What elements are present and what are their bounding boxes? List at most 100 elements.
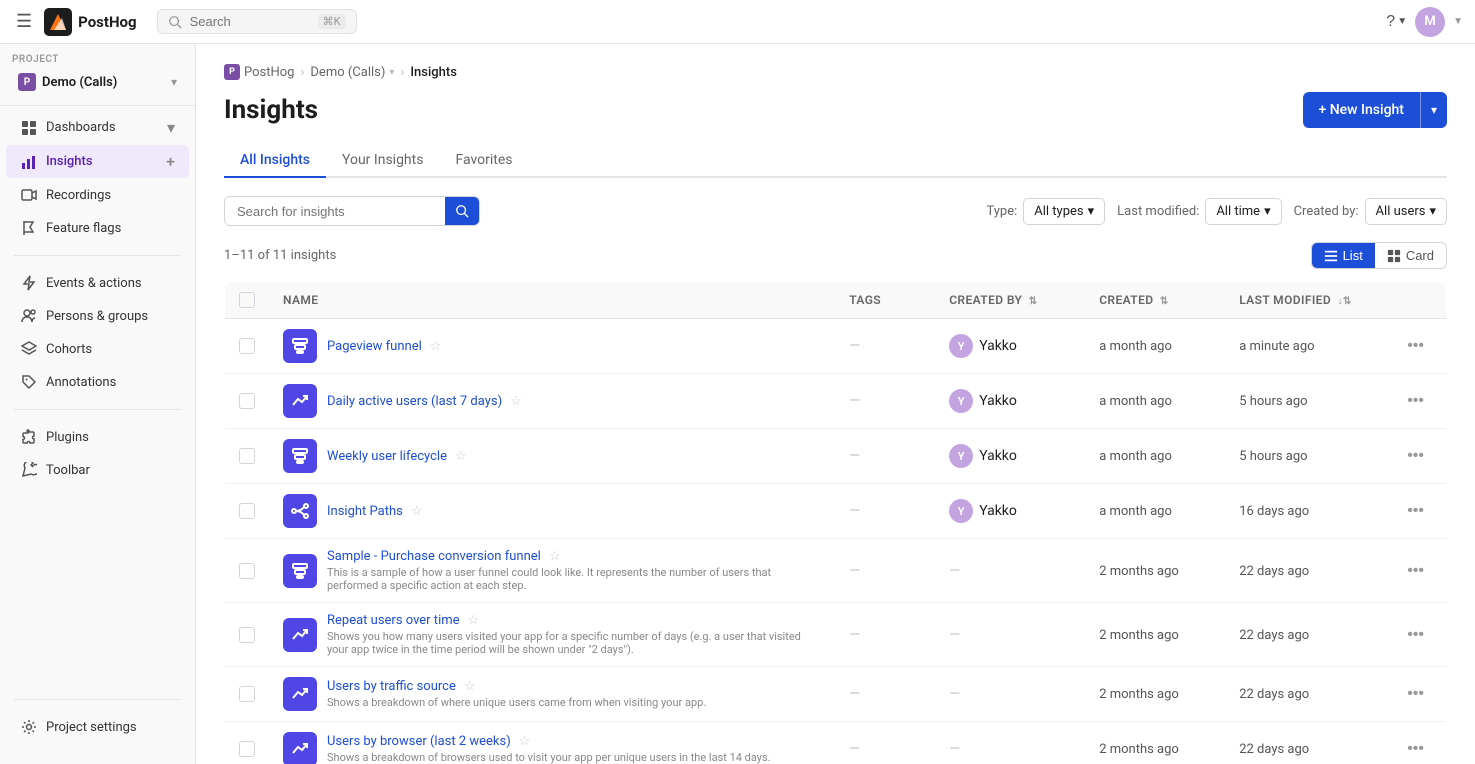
row-checkbox[interactable]: [239, 563, 255, 579]
breadcrumb-posthog[interactable]: P PostHog: [224, 64, 294, 80]
row-checkbox[interactable]: [239, 338, 255, 354]
last-modified-value: All time: [1216, 204, 1260, 219]
type-filter-select[interactable]: All types ▾: [1023, 198, 1105, 225]
row-actions-button[interactable]: •••: [1399, 681, 1432, 707]
insight-name-link[interactable]: Pageview funnel: [327, 339, 422, 354]
select-all-checkbox[interactable]: [239, 292, 255, 308]
row-actions-button[interactable]: •••: [1399, 736, 1432, 762]
row-actions-button[interactable]: •••: [1399, 558, 1432, 584]
zap-icon: [20, 274, 38, 292]
breadcrumb: P PostHog › Demo (Calls) ▾ › Insights: [224, 64, 1447, 80]
favorite-star-icon[interactable]: ☆: [510, 394, 522, 409]
topbar-search-box[interactable]: ⌘K: [157, 9, 357, 34]
tab-favorites[interactable]: Favorites: [439, 144, 528, 178]
add-insight-icon[interactable]: +: [166, 152, 175, 171]
topbar-search-input[interactable]: [190, 14, 310, 29]
sidebar-item-annotations[interactable]: Annotations: [6, 366, 189, 398]
insight-name-link[interactable]: Sample - Purchase conversion funnel: [327, 549, 541, 564]
favorite-star-icon[interactable]: ☆: [455, 449, 467, 464]
app-layout: PROJECT P Demo (Calls) ▾ Dashboards ▾: [0, 44, 1475, 764]
user-avatar[interactable]: M: [1415, 7, 1445, 37]
breadcrumb-badge: P: [224, 64, 240, 80]
tab-your-insights[interactable]: Your Insights: [326, 144, 439, 178]
page-title: Insights: [224, 95, 318, 125]
insight-name-link[interactable]: Weekly user lifecycle: [327, 449, 447, 464]
project-name-button[interactable]: P Demo (Calls) ▾: [12, 69, 183, 95]
favorite-star-icon[interactable]: ☆: [411, 504, 423, 519]
created-time: 2 months ago: [1099, 564, 1179, 579]
created-by-cell: Y Yakko: [949, 499, 1071, 523]
sidebar-item-recordings[interactable]: Recordings: [6, 179, 189, 211]
creator-avatar: Y: [949, 334, 973, 358]
row-actions-button[interactable]: •••: [1399, 333, 1432, 359]
sidebar-item-project-settings[interactable]: Project settings: [6, 711, 189, 743]
insight-name-link[interactable]: Repeat users over time: [327, 613, 460, 628]
sidebar-item-dashboards[interactable]: Dashboards ▾: [6, 111, 189, 144]
th-last-modified[interactable]: LAST MODIFIED ↓⇅: [1225, 282, 1385, 319]
row-checkbox[interactable]: [239, 503, 255, 519]
insight-name-link[interactable]: Insight Paths: [327, 504, 403, 519]
count-text: 1–11 of 11 insights: [224, 248, 336, 263]
chevron-down-icon: ▾: [1429, 204, 1436, 219]
type-filter: Type: All types ▾: [986, 198, 1105, 225]
sidebar-item-events-actions[interactable]: Events & actions: [6, 267, 189, 299]
last-modified-filter: Last modified: All time ▾: [1117, 198, 1281, 225]
search-kbd: ⌘K: [318, 14, 346, 29]
last-modified-select[interactable]: All time ▾: [1205, 198, 1281, 225]
insight-search-box[interactable]: [224, 196, 480, 226]
insight-search-button[interactable]: [445, 197, 479, 225]
chevron-down-icon: ▾: [171, 75, 177, 89]
sidebar-item-persons-groups[interactable]: Persons & groups: [6, 300, 189, 332]
sidebar-item-insights[interactable]: Insights +: [6, 145, 189, 178]
created-by-label: Created by:: [1294, 204, 1359, 219]
table-row: Weekly user lifecycle ☆ — Y Yakko a mont…: [225, 429, 1447, 484]
insight-search-input[interactable]: [225, 198, 445, 225]
new-insight-dropdown-arrow[interactable]: ▾: [1421, 95, 1447, 125]
new-insight-label[interactable]: + New Insight: [1303, 94, 1420, 126]
sidebar-item-toolbar[interactable]: Toolbar: [6, 454, 189, 486]
list-view-button[interactable]: List: [1312, 243, 1375, 268]
row-checkbox[interactable]: [239, 393, 255, 409]
th-name[interactable]: NAME: [269, 282, 835, 319]
row-checkbox[interactable]: [239, 627, 255, 643]
th-created[interactable]: CREATED ⇅: [1085, 282, 1225, 319]
new-insight-button[interactable]: + New Insight ▾: [1303, 92, 1448, 128]
creator-name: Yakko: [979, 338, 1017, 354]
insight-name-link[interactable]: Daily active users (last 7 days): [327, 394, 502, 409]
row-checkbox[interactable]: [239, 741, 255, 757]
insight-name-link[interactable]: Users by browser (last 2 weeks): [327, 734, 511, 749]
tags-value: —: [849, 563, 860, 579]
sidebar-divider-1: [14, 255, 181, 256]
sidebar-item-feature-flags[interactable]: Feature flags: [6, 212, 189, 244]
sidebar-item-label: Recordings: [46, 188, 175, 203]
last-modified-time: 5 hours ago: [1239, 449, 1307, 464]
th-created-by[interactable]: CREATED BY ⇅: [935, 282, 1085, 319]
favorite-star-icon[interactable]: ☆: [464, 679, 476, 694]
help-button[interactable]: ? ▼: [1386, 13, 1407, 31]
row-actions-button[interactable]: •••: [1399, 622, 1432, 648]
row-checkbox[interactable]: [239, 448, 255, 464]
menu-button[interactable]: ☰: [12, 7, 36, 36]
insight-name-cell: Daily active users (last 7 days) ☆: [283, 384, 821, 418]
insight-name-cell: Users by traffic source ☆ Shows a breakd…: [283, 677, 821, 711]
creator-dash: —: [949, 563, 960, 579]
card-view-button[interactable]: Card: [1375, 243, 1446, 268]
last-modified-time: 5 hours ago: [1239, 394, 1307, 409]
table-header: NAME TAGS CREATED BY ⇅ CREATED ⇅: [225, 282, 1447, 319]
favorite-star-icon[interactable]: ☆: [468, 613, 480, 628]
row-actions-button[interactable]: •••: [1399, 443, 1432, 469]
breadcrumb-project[interactable]: Demo (Calls) ▾: [310, 65, 394, 80]
favorite-star-icon[interactable]: ☆: [519, 734, 531, 749]
tab-all-insights[interactable]: All Insights: [224, 144, 326, 178]
sidebar-item-cohorts[interactable]: Cohorts: [6, 333, 189, 365]
insight-name-link[interactable]: Users by traffic source: [327, 679, 456, 694]
main-content: P PostHog › Demo (Calls) ▾ › Insights In…: [196, 44, 1475, 764]
row-actions-button[interactable]: •••: [1399, 388, 1432, 414]
row-actions-button[interactable]: •••: [1399, 498, 1432, 524]
favorite-star-icon[interactable]: ☆: [549, 549, 561, 564]
created-time: 2 months ago: [1099, 628, 1179, 643]
favorite-star-icon[interactable]: ☆: [430, 339, 442, 354]
row-checkbox[interactable]: [239, 686, 255, 702]
created-by-select[interactable]: All users ▾: [1365, 198, 1447, 225]
sidebar-item-plugins[interactable]: Plugins: [6, 421, 189, 453]
